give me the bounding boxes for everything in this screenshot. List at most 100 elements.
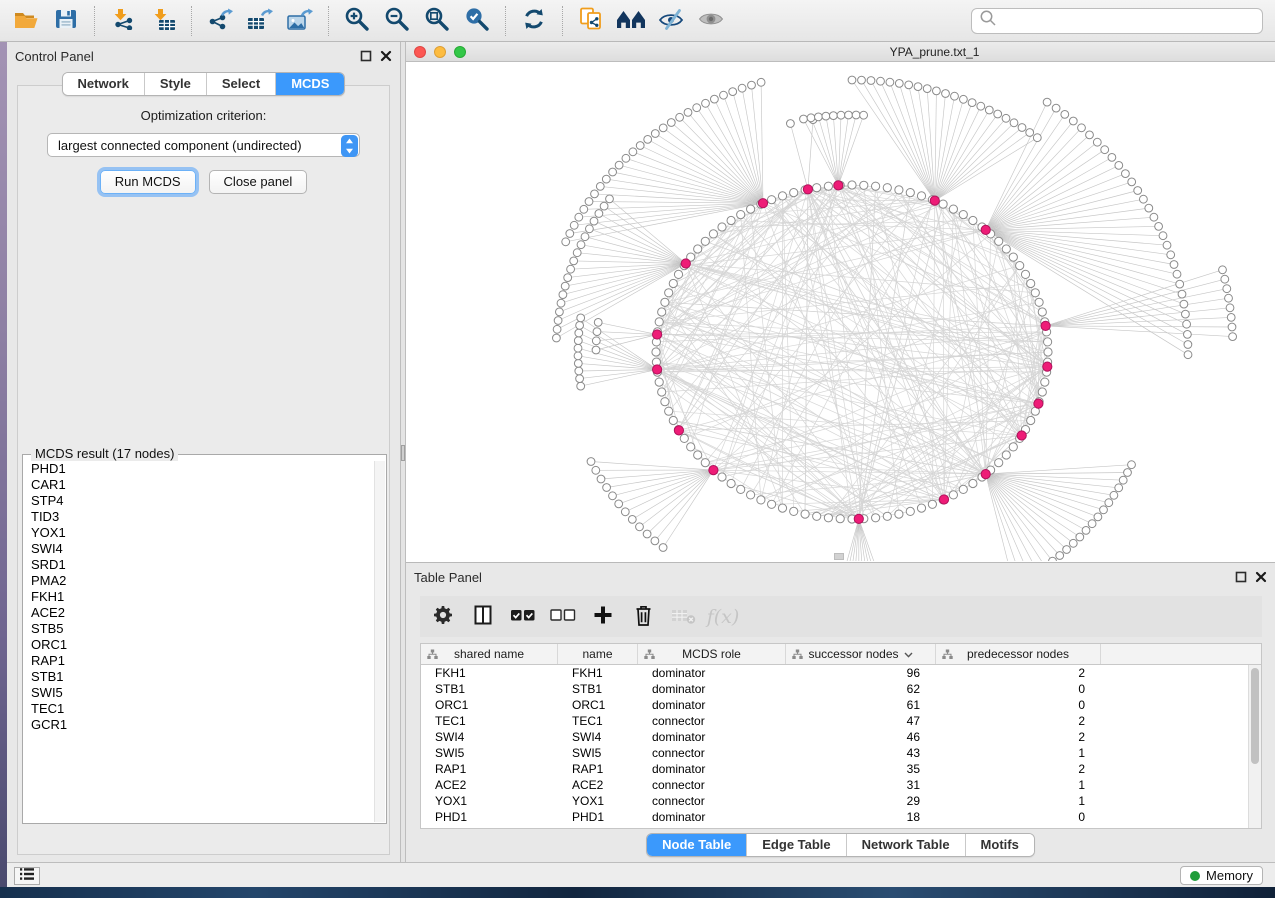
tab-style[interactable]: Style <box>145 73 207 95</box>
mcds-hub-node[interactable] <box>803 185 812 194</box>
close-panel-icon[interactable] <box>380 49 392 67</box>
mcds-hub-node[interactable] <box>1043 362 1052 371</box>
mcds-node-item[interactable]: TEC1 <box>24 701 374 717</box>
table-cell: 1 <box>936 793 1101 809</box>
close-table-panel-icon[interactable] <box>1255 570 1267 588</box>
run-mcds-button[interactable]: Run MCDS <box>100 170 196 194</box>
mcds-node-item[interactable]: STP4 <box>24 493 374 509</box>
mcds-node-item[interactable]: SWI4 <box>24 541 374 557</box>
table-row[interactable]: ORC1ORC1dominator610 <box>421 697 1248 713</box>
mcds-hub-node[interactable] <box>709 466 718 475</box>
import-table-button[interactable] <box>145 4 181 38</box>
result-list-scrollbar[interactable] <box>374 461 385 822</box>
network-canvas-grip[interactable] <box>834 553 844 560</box>
tab-motifs[interactable]: Motifs <box>966 834 1034 856</box>
show-all-button[interactable] <box>693 4 729 38</box>
mcds-hub-node[interactable] <box>854 514 863 523</box>
zoom-out-button[interactable] <box>379 4 415 38</box>
mcds-hub-node[interactable] <box>653 365 662 374</box>
table-row[interactable]: TEC1TEC1connector472 <box>421 713 1248 729</box>
table-row[interactable]: ACE2ACE2connector311 <box>421 777 1248 793</box>
refresh-button[interactable] <box>516 4 552 38</box>
mcds-hub-node[interactable] <box>981 225 990 234</box>
select-all-rows-button[interactable] <box>508 601 538 633</box>
table-row[interactable]: PHD1PHD1dominator180 <box>421 809 1248 825</box>
float-table-panel-icon[interactable] <box>1235 570 1247 588</box>
network-canvas[interactable] <box>406 62 1275 561</box>
float-panel-icon[interactable] <box>360 49 372 67</box>
first-neighbors-button[interactable] <box>613 4 649 38</box>
mcds-node-item[interactable]: ORC1 <box>24 637 374 653</box>
control-panel-title: Control Panel <box>7 49 94 64</box>
mcds-node-item[interactable]: PMA2 <box>24 573 374 589</box>
table-scrollbar-thumb[interactable] <box>1251 668 1259 764</box>
table-row[interactable]: RAP1RAP1dominator352 <box>421 761 1248 777</box>
table-cell: 43 <box>786 745 936 761</box>
search-input[interactable] <box>997 11 1262 31</box>
export-image-button[interactable] <box>282 4 318 38</box>
show-columns-button[interactable] <box>468 601 498 633</box>
table-row[interactable]: SWI4SWI4dominator462 <box>421 729 1248 745</box>
mcds-hub-node[interactable] <box>653 330 662 339</box>
zoom-in-button[interactable] <box>339 4 375 38</box>
table-settings-button[interactable] <box>428 601 458 633</box>
hide-selected-button[interactable] <box>653 4 689 38</box>
add-column-button[interactable] <box>588 601 618 633</box>
table-row[interactable]: STB1STB1dominator620 <box>421 681 1248 697</box>
tab-select[interactable]: Select <box>207 73 276 95</box>
mcds-node-item[interactable]: GCR1 <box>24 717 374 733</box>
column-header-shared-name[interactable]: shared name <box>421 644 558 664</box>
mcds-node-item[interactable]: PHD1 <box>24 461 374 477</box>
column-header-successor-nodes[interactable]: successor nodes <box>786 644 936 664</box>
delete-column-button[interactable] <box>628 601 658 633</box>
mcds-hub-node[interactable] <box>758 199 767 208</box>
mcds-hub-node[interactable] <box>981 470 990 479</box>
mcds-node-item[interactable]: RAP1 <box>24 653 374 669</box>
tab-network-table[interactable]: Network Table <box>847 834 966 856</box>
column-header-predecessor-nodes[interactable]: predecessor nodes <box>936 644 1101 664</box>
close-panel-button[interactable]: Close panel <box>209 170 308 194</box>
export-table-button[interactable] <box>242 4 278 38</box>
mcds-node-item[interactable]: STB1 <box>24 669 374 685</box>
mcds-node-item[interactable]: CAR1 <box>24 477 374 493</box>
mcds-node-item[interactable]: TID3 <box>24 509 374 525</box>
mcds-node-item[interactable]: STB5 <box>24 621 374 637</box>
splitter-grip[interactable] <box>401 445 405 461</box>
mcds-hub-node[interactable] <box>1041 321 1050 330</box>
column-header-MCDS-role[interactable]: MCDS role <box>638 644 786 664</box>
mcds-hub-node[interactable] <box>674 426 683 435</box>
mcds-node-item[interactable]: YOX1 <box>24 525 374 541</box>
zoom-selected-button[interactable] <box>459 4 495 38</box>
open-button[interactable] <box>8 4 44 38</box>
tab-edge-table[interactable]: Edge Table <box>747 834 846 856</box>
table-row[interactable]: SWI5SWI5connector431 <box>421 745 1248 761</box>
export-network-button[interactable] <box>202 4 238 38</box>
mcds-hub-node[interactable] <box>1034 399 1043 408</box>
mcds-node-item[interactable]: SRD1 <box>24 557 374 573</box>
table-row[interactable]: YOX1YOX1connector291 <box>421 793 1248 809</box>
duplicate-network-button[interactable] <box>573 4 609 38</box>
column-header-name[interactable]: name <box>558 644 638 664</box>
save-button[interactable] <box>48 4 84 38</box>
mcds-hub-node[interactable] <box>1017 431 1026 440</box>
mcds-hub-node[interactable] <box>939 495 948 504</box>
mcds-hub-node[interactable] <box>681 259 690 268</box>
tab-mcds[interactable]: MCDS <box>276 73 344 95</box>
minimize-window-icon[interactable] <box>434 46 446 58</box>
criterion-select[interactable]: largest connected component (undirected) <box>47 133 360 157</box>
import-network-button[interactable] <box>105 4 141 38</box>
mcds-hub-node[interactable] <box>834 181 843 190</box>
tab-node-table[interactable]: Node Table <box>647 834 747 856</box>
mcds-node-item[interactable]: SWI5 <box>24 685 374 701</box>
mcds-hub-node[interactable] <box>930 196 939 205</box>
status-menu-button[interactable] <box>14 867 40 885</box>
mcds-node-item[interactable]: FKH1 <box>24 589 374 605</box>
mcds-node-item[interactable]: ACE2 <box>24 605 374 621</box>
memory-button[interactable]: Memory <box>1180 866 1263 885</box>
zoom-fit-button[interactable] <box>419 4 455 38</box>
table-row[interactable]: FKH1FKH1dominator962 <box>421 665 1248 681</box>
deselect-all-rows-button[interactable] <box>548 601 578 633</box>
tab-network[interactable]: Network <box>63 73 145 95</box>
close-window-icon[interactable] <box>414 46 426 58</box>
maximize-window-icon[interactable] <box>454 46 466 58</box>
